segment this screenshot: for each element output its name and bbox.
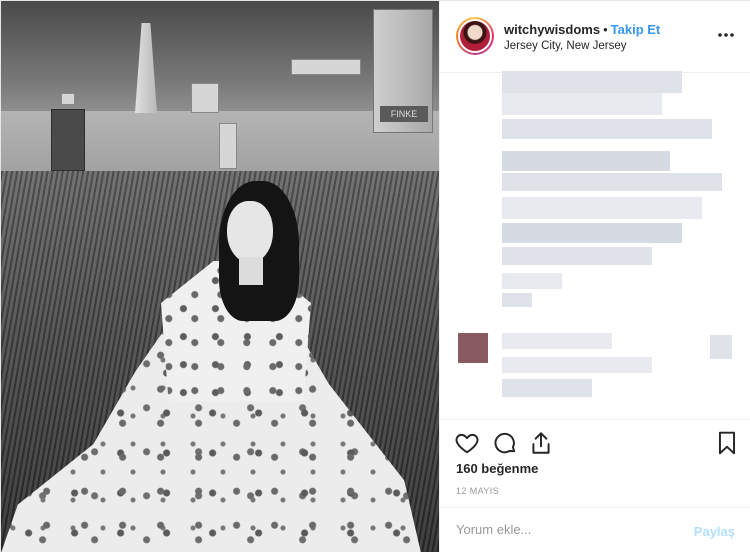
comment-icon[interactable] bbox=[492, 430, 518, 456]
blurred-text bbox=[502, 223, 682, 243]
blurred-comment bbox=[502, 333, 612, 349]
photo-face bbox=[227, 201, 273, 263]
post-header: witchywisdoms • Takip Et Jersey City, New … bbox=[440, 1, 750, 73]
photo-headstone bbox=[291, 59, 361, 75]
post-date[interactable]: 12 MAYIS bbox=[456, 486, 499, 496]
instagram-post: FINKE witchywisdoms • Takip Et Jersey City… bbox=[0, 0, 750, 552]
photo-woman bbox=[1, 181, 439, 552]
comment-bar: Paylaş bbox=[440, 507, 750, 552]
blurred-comment bbox=[710, 335, 732, 359]
follow-button[interactable]: Takip Et bbox=[611, 22, 661, 37]
photo-headstone bbox=[219, 123, 237, 169]
blurred-text bbox=[502, 273, 562, 289]
blurred-comment bbox=[502, 379, 592, 397]
photo-headstone bbox=[61, 93, 75, 105]
post-sidebar: witchywisdoms • Takip Et Jersey City, New … bbox=[439, 1, 750, 552]
commenter-avatar[interactable] bbox=[458, 333, 488, 363]
blurred-text bbox=[502, 293, 532, 307]
likes-count[interactable]: 160 beğenme bbox=[456, 461, 538, 476]
blurred-text bbox=[502, 151, 670, 171]
blurred-text bbox=[502, 197, 702, 219]
post-comment-button[interactable]: Paylaş bbox=[694, 524, 735, 539]
tomb-inscription: FINKE bbox=[380, 106, 428, 122]
heart-icon[interactable] bbox=[454, 430, 480, 456]
photo-headstone bbox=[51, 109, 85, 171]
location-link[interactable]: Jersey City, New Jersey bbox=[504, 40, 626, 52]
blurred-text bbox=[502, 247, 652, 265]
avatar-image bbox=[460, 21, 490, 51]
blurred-text bbox=[502, 173, 722, 191]
blurred-text bbox=[502, 71, 682, 93]
more-horizontal-icon[interactable] bbox=[717, 25, 735, 39]
photo-headstone bbox=[191, 83, 219, 113]
share-icon[interactable] bbox=[528, 430, 554, 456]
blurred-text bbox=[502, 119, 712, 139]
photo-tombstone: FINKE bbox=[373, 9, 433, 133]
user-line: witchywisdoms • Takip Et bbox=[504, 22, 660, 37]
username-link[interactable]: witchywisdoms bbox=[504, 22, 600, 37]
user-avatar[interactable] bbox=[456, 17, 494, 55]
comment-input[interactable] bbox=[456, 522, 676, 537]
separator-dot: • bbox=[603, 22, 608, 37]
blurred-text bbox=[502, 93, 662, 115]
blurred-comment bbox=[502, 357, 652, 373]
photo-neck bbox=[239, 257, 263, 285]
bookmark-icon[interactable] bbox=[714, 430, 740, 456]
post-photo[interactable]: FINKE bbox=[1, 1, 439, 552]
